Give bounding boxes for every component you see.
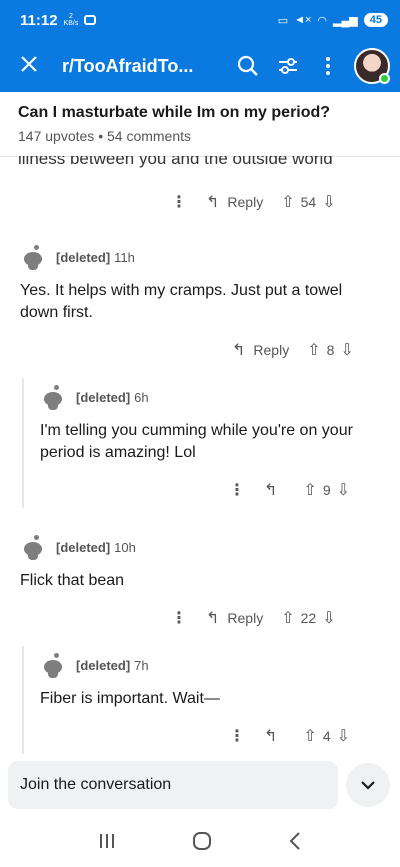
comment-reply: [deleted] 6h I'm telling you cumming whi… [40,384,380,464]
reply-button[interactable]: ↰ Reply [232,340,289,360]
more-options-icon[interactable]: ⋮ [224,726,250,746]
reply-arrow-icon: ↰ [264,728,278,745]
app-bar: r/TooAfraidTo... [0,40,400,92]
reply-label: Reply [253,342,290,358]
screen-record-icon [84,15,97,25]
vote-control: ⇧ 9 ⇩ [303,480,350,500]
score: 4 [322,728,331,744]
vote-control: ⇧ 22 ⇩ [281,608,335,628]
post-header: Can I masturbate while Im on my period? … [18,104,388,144]
downvote-icon[interactable]: ⇩ [340,340,353,360]
home-icon[interactable] [192,831,212,857]
upvote-count: 147 upvotes [18,128,95,144]
reply-label: Reply [227,610,264,626]
cast-icon: ▭ [277,14,289,27]
signal-icon: ▂▄▆ [333,14,358,27]
downvote-icon[interactable]: ⇩ [337,480,350,500]
reply-button[interactable]: ↰ Reply [206,608,263,628]
comment-age: 6h [134,389,149,405]
comment-actions: ⋮ ↰ ⇧ 4 ⇩ [224,726,350,746]
more-vertical-icon[interactable] [308,56,348,76]
comment-actions: ⋮ ↰ Reply ⇧ 22 ⇩ [166,608,336,628]
reply-button[interactable]: ↰ [264,726,285,746]
comment: [deleted] 11h Yes. It helps with my cram… [20,244,380,324]
upvote-icon[interactable]: ⇧ [281,608,294,628]
reply-label: Reply [227,194,264,210]
comment-reply: [deleted] 7h Fiber is important. Wait— [40,652,380,710]
score: 8 [326,342,335,358]
recents-icon[interactable] [98,832,116,856]
chevron-down-icon[interactable] [346,763,390,807]
upvote-icon[interactable]: ⇧ [303,726,316,746]
subreddit-title[interactable]: r/TooAfraidTo... [62,56,228,77]
reply-arrow-icon: ↰ [232,342,246,359]
downvote-icon[interactable]: ⇩ [337,726,350,746]
more-options-icon[interactable]: ⋮ [166,192,192,212]
comment-body: Fiber is important. Wait— [40,690,220,707]
reply-arrow-icon: ↰ [264,482,278,499]
avatar-icon [40,384,66,410]
comment-author[interactable]: [deleted] [76,658,130,673]
status-bar: 11:12 2 KB/s ▭ ◄× ◠ ▂▄▆ 45 [0,0,400,40]
comment-count: 54 comments [106,128,192,144]
network-speed-unit: KB/s [63,20,79,27]
comment-actions: ⋮ ↰ Reply ⇧ 54 ⇩ [166,192,336,212]
comment: [deleted] 10h Flick that bean [20,534,380,592]
battery-indicator: 45 [363,13,388,27]
vote-control: ⇧ 4 ⇩ [303,726,350,746]
comment-age: 11h [114,249,135,265]
vote-control: ⇧ 54 ⇩ [281,192,335,212]
reply-button[interactable]: ↰ [264,480,285,500]
search-icon[interactable] [228,55,268,77]
comment-age: 10h [114,539,136,555]
score: 9 [322,482,331,498]
avatar-icon [20,534,46,560]
reply-arrow-icon: ↰ [206,194,220,211]
network-speed-value: 2 [68,13,73,20]
comment-author[interactable]: [deleted] [76,390,130,405]
post-title[interactable]: Can I masturbate while Im on my period? [18,104,388,122]
avatar-icon [20,244,46,270]
vote-control: ⇧ 8 ⇩ [307,340,354,360]
network-speed: 2 KB/s [64,13,79,27]
downvote-icon[interactable]: ⇩ [322,192,335,212]
score: 22 [300,610,317,626]
filter-icon[interactable] [268,56,308,76]
comment-body: I'm telling you cumming while you're on … [40,422,353,461]
more-options-icon[interactable]: ⋮ [224,480,250,500]
online-status-icon [379,73,390,84]
upvote-icon[interactable]: ⇧ [281,192,294,212]
comment-author[interactable]: [deleted] [56,540,110,555]
upvote-icon[interactable]: ⇧ [303,480,316,500]
thread-line [22,646,24,754]
thread-line [22,378,24,508]
mute-icon: ◄× [294,14,312,26]
score: 54 [300,194,317,210]
join-conversation-input[interactable]: Join the conversation [8,761,338,809]
post-meta: 147 upvotes • 54 comments [18,128,388,144]
upvote-icon[interactable]: ⇧ [307,340,320,360]
composer-placeholder: Join the conversation [20,776,172,793]
reply-button[interactable]: ↰ Reply [206,192,263,212]
status-time: 11:12 [20,11,58,29]
user-avatar[interactable] [354,48,390,84]
close-icon[interactable] [20,53,48,79]
meta-separator: • [98,128,104,144]
cutoff-text: illness between you and the outside worl… [18,156,333,168]
comment-body: Flick that bean [20,572,125,589]
comment-author[interactable]: [deleted] [56,250,110,265]
downvote-icon[interactable]: ⇩ [322,608,335,628]
more-options-icon[interactable]: ⋮ [166,608,192,628]
cutoff-comment-text: illness between you and the outside worl… [18,156,388,170]
comment-actions: ↰ Reply ⇧ 8 ⇩ [218,340,354,360]
comment-age: 7h [134,657,149,673]
comment-body: Yes. It helps with my cramps. Just put a… [20,282,343,321]
reply-arrow-icon: ↰ [206,610,220,627]
comment-actions: ⋮ ↰ ⇧ 9 ⇩ [224,480,350,500]
wifi-icon: ◠ [317,14,328,27]
system-nav-bar [0,820,400,867]
avatar-icon [40,652,66,678]
back-icon[interactable] [288,831,302,857]
